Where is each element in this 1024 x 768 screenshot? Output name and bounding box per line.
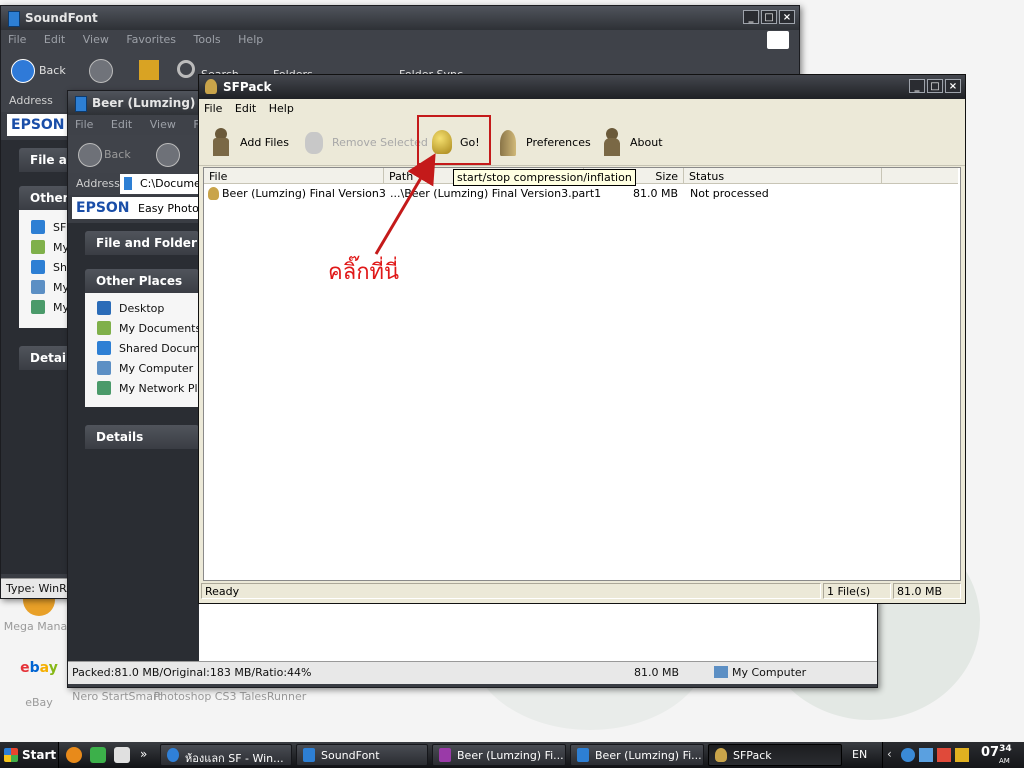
folder-icon [577, 748, 589, 762]
windows-flag-icon [4, 748, 18, 762]
taskbar-item-soundfont[interactable]: SoundFont [296, 744, 428, 766]
ebay-icon[interactable] [114, 747, 130, 763]
annotation-arrow [374, 153, 436, 255]
folder-icon [303, 748, 315, 762]
taskbar-item-winrar[interactable]: Beer (Lumzing) Fi... [432, 744, 566, 766]
taskbar-item-label: SFPack [733, 749, 772, 762]
firefox-icon[interactable] [66, 747, 82, 763]
taskbar: Start » ห้องแลก SF - Win... SoundFont Be… [0, 742, 1024, 768]
clock-hour: 07 [981, 745, 1000, 760]
clock-minute: 34 [999, 744, 1012, 754]
monitor-tray-icon[interactable] [919, 748, 933, 762]
internet-explorer-icon [167, 748, 179, 762]
quicklaunch-more-icon[interactable]: » [140, 747, 147, 761]
annotation-caption: คลิ๊กที่นี่ [328, 260, 400, 285]
taskbar-item-label: Beer (Lumzing) Fi... [457, 749, 564, 762]
language-indicator[interactable]: EN [852, 748, 867, 761]
system-tray: ‹ 0734 AM [882, 742, 1024, 768]
network-tray-icon[interactable] [901, 748, 915, 762]
taskbar-item-label: Beer (Lumzing) Fi... [595, 749, 702, 762]
start-button[interactable]: Start [0, 742, 59, 768]
winrar-icon [439, 748, 451, 762]
game-icon[interactable] [90, 747, 106, 763]
clock[interactable]: 0734 AM [981, 744, 1012, 765]
clock-ampm: AM [999, 757, 1010, 765]
taskbar-item-ie[interactable]: ห้องแลก SF - Win... [160, 744, 292, 766]
pen-tray-icon[interactable] [937, 748, 951, 762]
taskbar-item-sfpack[interactable]: SFPack [708, 744, 842, 766]
taskbar-item-label: SoundFont [321, 749, 380, 762]
taskbar-item-label: ห้องแลก SF - Win... [185, 752, 284, 765]
security-tray-icon[interactable] [955, 748, 969, 762]
start-label: Start [22, 748, 57, 762]
sfpack-app-icon [715, 748, 727, 762]
taskbar-item-beer-folder[interactable]: Beer (Lumzing) Fi... [570, 744, 704, 766]
tray-expand-icon[interactable]: ‹ [887, 747, 892, 761]
